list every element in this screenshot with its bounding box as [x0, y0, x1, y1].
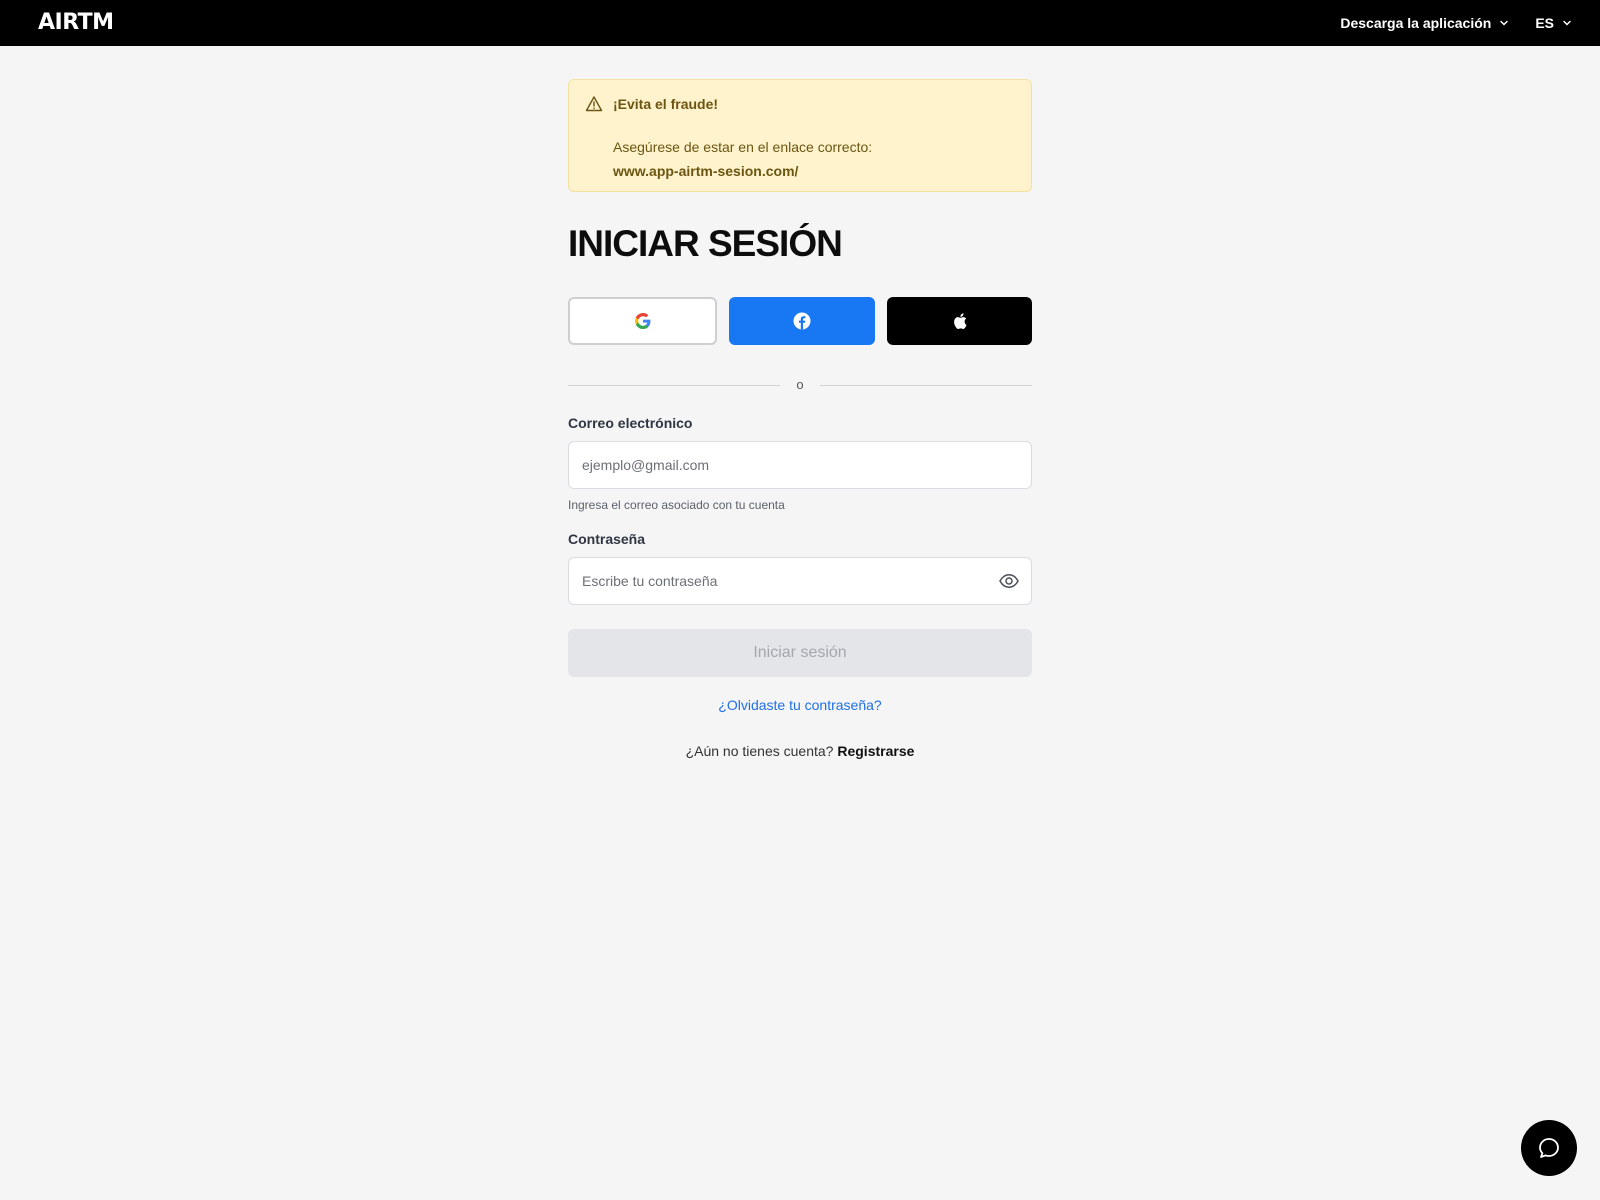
login-submit-button[interactable]: Iniciar sesión [568, 629, 1032, 677]
forgot-password-link[interactable]: ¿Olvidaste tu contraseña? [568, 697, 1032, 713]
email-helper-text: Ingresa el correo asociado con tu cuenta [568, 498, 785, 512]
divider-line-right [820, 385, 1032, 386]
password-label: Contraseña [568, 531, 646, 547]
page-title: INICIAR SESIÓN [568, 223, 843, 264]
language-dropdown[interactable]: ES [1535, 15, 1572, 31]
support-chat-button[interactable] [1521, 1120, 1577, 1176]
download-app-dropdown[interactable]: Descarga la aplicación [1340, 15, 1509, 31]
chat-bubble-icon [1539, 1138, 1559, 1158]
show-password-eye-icon[interactable] [998, 570, 1020, 592]
airtm-logo[interactable]: AIRTM [38, 12, 114, 34]
facebook-icon [793, 312, 811, 330]
chevron-down-icon [1563, 20, 1571, 26]
warning-icon [585, 96, 603, 112]
signup-prompt: ¿Aún no tienes cuenta? Registrarse [568, 743, 1032, 759]
topbar-actions: Descarga la aplicación ES [1340, 0, 1572, 46]
signup-link[interactable]: Registrarse [837, 743, 914, 759]
chevron-down-icon [1500, 20, 1509, 26]
alert-title: ¡Evita el fraude! [613, 96, 719, 112]
alert-text: Asegúrese de estar en el enlace correcto… [613, 139, 873, 155]
no-account-text: ¿Aún no tienes cuenta? [685, 743, 834, 759]
download-app-label: Descarga la aplicación [1340, 15, 1492, 31]
social-login-buttons [568, 297, 1032, 345]
apple-login-button[interactable] [887, 297, 1032, 345]
password-field[interactable] [568, 557, 1032, 605]
facebook-login-button[interactable] [729, 297, 875, 345]
email-label: Correo electrónico [568, 415, 693, 431]
google-login-button[interactable] [568, 297, 717, 345]
email-field[interactable] [568, 441, 1032, 489]
google-icon [634, 313, 650, 329]
fraud-warning-alert: ¡Evita el fraude! Asegúrese de estar en … [568, 79, 1032, 192]
top-navigation-bar: AIRTM Descarga la aplicación ES [0, 0, 1600, 46]
alert-correct-link: www.app-airtm-sesion.com/ [613, 163, 799, 179]
apple-icon [953, 313, 966, 329]
login-panel: ¡Evita el fraude! Asegúrese de estar en … [568, 79, 1032, 759]
or-divider: o [568, 377, 1032, 393]
language-label: ES [1535, 15, 1554, 31]
